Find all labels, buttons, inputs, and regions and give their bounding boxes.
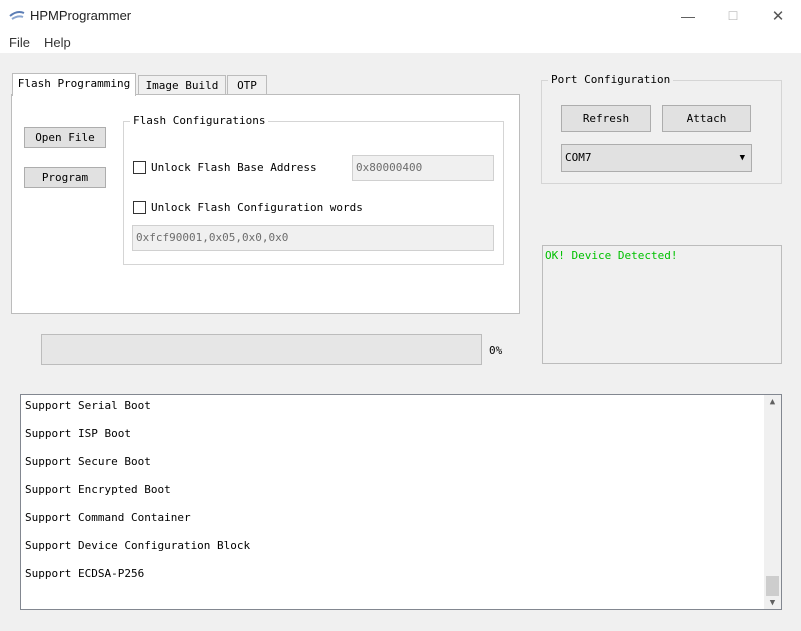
flash-configurations-title: Flash Configurations bbox=[130, 114, 269, 127]
menu-file[interactable]: File bbox=[9, 35, 30, 50]
log-line: Support Encrypted Boot bbox=[25, 483, 171, 496]
log-line: Support Serial Boot bbox=[25, 399, 151, 412]
log-line: Support Secure Boot bbox=[25, 455, 151, 468]
port-select-value: COM7 bbox=[565, 151, 592, 164]
maximize-button[interactable]: ☐ bbox=[710, 0, 756, 31]
tab-otp[interactable]: OTP bbox=[227, 75, 267, 95]
title-bar: HPMProgrammer — ☐ ✕ bbox=[0, 0, 801, 31]
scroll-up-icon[interactable]: ▲ bbox=[764, 397, 781, 407]
unlock-base-address-label: Unlock Flash Base Address bbox=[151, 161, 317, 174]
log-scrollbar[interactable]: ▲ ▼ bbox=[764, 395, 781, 609]
window-title: HPMProgrammer bbox=[30, 8, 132, 23]
attach-button[interactable]: Attach bbox=[662, 105, 751, 132]
log-line: Support ISP Boot bbox=[25, 427, 131, 440]
progress-label: 0% bbox=[489, 344, 503, 357]
scroll-down-icon[interactable]: ▼ bbox=[764, 598, 781, 608]
minimize-button[interactable]: — bbox=[665, 0, 711, 31]
progress-bar bbox=[41, 334, 482, 365]
menu-help[interactable]: Help bbox=[44, 35, 71, 50]
unlock-base-address-checkbox[interactable] bbox=[133, 161, 146, 174]
refresh-button[interactable]: Refresh bbox=[561, 105, 651, 132]
log-list[interactable]: Support Serial Boot Support ISP Boot Sup… bbox=[20, 394, 782, 610]
app-logo-icon bbox=[9, 11, 25, 20]
open-file-button[interactable]: Open File bbox=[24, 127, 106, 148]
device-status-box: OK! Device Detected! bbox=[542, 245, 782, 364]
tab-flash-programming[interactable]: Flash Programming bbox=[12, 73, 136, 96]
unlock-config-words-checkbox[interactable] bbox=[133, 201, 146, 214]
log-line: Support Device Configuration Block bbox=[25, 539, 251, 552]
close-button[interactable]: ✕ bbox=[755, 0, 801, 31]
base-address-field[interactable]: 0x80000400 bbox=[352, 155, 494, 181]
port-select[interactable]: COM7 ▼ bbox=[561, 144, 752, 172]
unlock-config-words-label: Unlock Flash Configuration words bbox=[151, 201, 363, 214]
program-button[interactable]: Program bbox=[24, 167, 106, 188]
port-configuration-title: Port Configuration bbox=[548, 73, 674, 86]
log-line: Support Command Container bbox=[25, 511, 191, 524]
tab-image-build[interactable]: Image Build bbox=[138, 75, 226, 95]
chevron-down-icon: ▼ bbox=[739, 153, 745, 163]
device-status-text: OK! Device Detected! bbox=[545, 249, 678, 262]
config-words-field[interactable]: 0xfcf90001,0x05,0x0,0x0 bbox=[132, 225, 494, 251]
scrollbar-thumb[interactable] bbox=[766, 576, 779, 596]
menu-bar: File Help bbox=[0, 31, 801, 53]
log-line: Support ECDSA-P256 bbox=[25, 567, 145, 580]
